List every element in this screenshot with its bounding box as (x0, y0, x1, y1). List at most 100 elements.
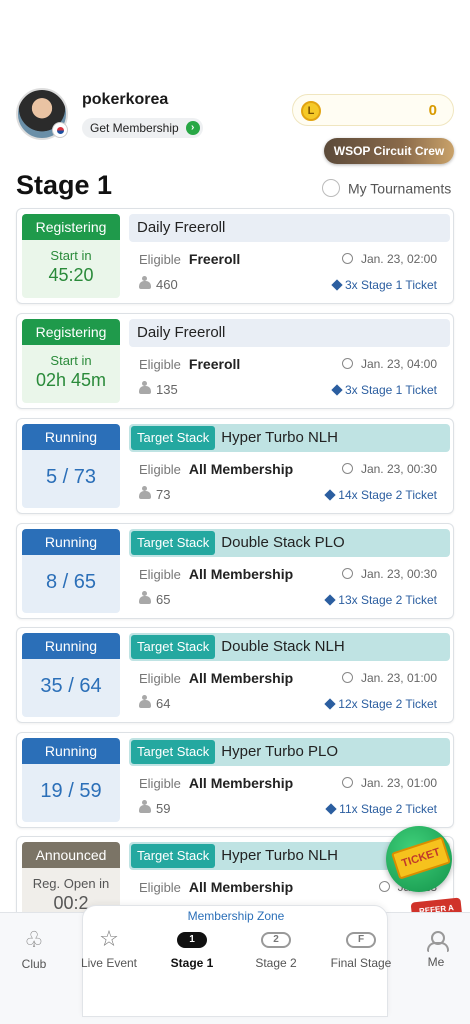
nav-stage-2-label: Stage 2 (255, 956, 297, 970)
users-icon (139, 381, 151, 394)
tournament-card[interactable]: Registering Start in 02h 45m Daily Freer… (16, 313, 454, 409)
rank-progress: 35 / 64 (40, 675, 102, 697)
target-stack-tag: Target Stack (131, 740, 216, 764)
player-count: 135 (156, 382, 178, 397)
my-tournaments-label: My Tournaments (348, 180, 452, 197)
person-icon (427, 931, 449, 952)
tournament-title: Daily Freeroll (129, 214, 450, 242)
start-time: Jan. 23, 04:00 (360, 357, 437, 371)
stage-2-icon: 2 (261, 932, 291, 948)
status-box: Running 8 / 65 (22, 529, 120, 613)
alarm-clock-icon (341, 358, 353, 369)
start-time: Jan. 23, 02:00 (360, 252, 437, 266)
prize-ticket: 11x Stage 2 Ticket (339, 802, 437, 816)
target-stack-tag: Target Stack (131, 531, 216, 555)
player-count: 64 (156, 696, 171, 711)
prize-ticket: 3x Stage 1 Ticket (344, 278, 437, 292)
nav-live-event[interactable]: ☆ Live Event (71, 926, 147, 971)
status-label: Registering (22, 319, 120, 345)
nav-final-stage[interactable]: F Final Stage (323, 928, 399, 970)
tournament-title: Hyper Turbo PLO (221, 743, 338, 760)
eligible-label: Eligible (139, 357, 181, 372)
tournament-card[interactable]: Running 19 / 59 Target Stack Hyper Turbo … (16, 732, 454, 828)
ticket-icon (324, 594, 336, 606)
player-count: 73 (156, 487, 171, 502)
prize-ticket: 14x Stage 2 Ticket (338, 488, 437, 502)
countdown: 45:20 (48, 265, 94, 285)
status-label: Running (22, 424, 120, 450)
wsop-circuit-crew-badge[interactable]: WSOP Circuit Crew (324, 138, 454, 164)
ticket-icon (331, 384, 343, 396)
korea-flag-icon (52, 122, 68, 138)
target-stack-tag: Target Stack (131, 844, 216, 868)
get-membership-button[interactable]: Get Membership › (82, 118, 203, 138)
status-label: Running (22, 633, 120, 659)
target-stack-tag: Target Stack (131, 635, 216, 659)
ticket-icon (324, 698, 336, 710)
my-tournaments-toggle[interactable]: My Tournaments (322, 179, 452, 198)
status-sublabel: Start in (50, 353, 92, 368)
tournament-card[interactable]: Running 5 / 73 Target Stack Hyper Turbo N… (16, 418, 454, 514)
eligible-value: Freeroll (188, 356, 241, 372)
nav-club[interactable]: ♧ Club (0, 927, 72, 972)
tournament-title: Hyper Turbo NLH (221, 429, 338, 446)
club-icon: ♧ (24, 927, 44, 952)
radio-icon[interactable] (322, 179, 340, 198)
status-label: Registering (22, 214, 120, 240)
eligible-label: Eligible (139, 252, 181, 267)
player-count: 65 (156, 592, 171, 607)
eligible-value: All Membership (188, 879, 294, 895)
chevron-right-icon: › (185, 121, 200, 135)
status-label: Running (22, 529, 120, 555)
nav-live-event-label: Live Event (80, 956, 138, 970)
target-stack-tag: Target Stack (131, 426, 216, 450)
nav-stage-2[interactable]: 2 Stage 2 (238, 928, 314, 970)
status-box: Registering Start in 02h 45m (22, 319, 120, 403)
status-label: Running (22, 738, 120, 764)
eligible-value: All Membership (188, 461, 294, 477)
stage-1-icon: 1 (177, 932, 207, 948)
users-icon (139, 800, 151, 813)
ticket-icon (325, 803, 337, 815)
ticket-shop-button[interactable]: TICKET (386, 826, 452, 892)
tournament-card[interactable]: Registering Start in 45:20 Daily Freerol… (16, 208, 454, 304)
countdown: 02h 45m (35, 370, 107, 390)
start-time: Jan. 23, 01:00 (360, 671, 437, 685)
alarm-clock-icon (341, 463, 353, 474)
status-box: Running 5 / 73 (22, 424, 120, 508)
tournament-card[interactable]: Running 35 / 64 Target Stack Double Stack… (16, 627, 454, 723)
status-label: Announced (22, 842, 120, 868)
alarm-clock-icon (341, 253, 353, 264)
eligible-value: All Membership (188, 670, 294, 686)
final-stage-icon: F (346, 932, 376, 948)
tournament-title: Double Stack NLH (221, 638, 345, 655)
tournament-card[interactable]: Running 8 / 65 Target Stack Double Stack … (16, 523, 454, 619)
player-count: 460 (156, 277, 178, 292)
eligible-value: All Membership (188, 775, 294, 791)
rank-progress: 19 / 59 (40, 780, 102, 802)
eligible-label: Eligible (139, 776, 181, 791)
start-time: Jan. 23, 01:00 (360, 776, 437, 790)
alarm-clock-icon (341, 777, 353, 788)
nav-me[interactable]: Me (398, 929, 470, 969)
nav-stage-1[interactable]: 1 Stage 1 (154, 928, 230, 970)
bottom-nav: ♧ Club Membership Zone ☆ Live Event 1 St… (0, 905, 470, 1024)
users-icon (139, 591, 151, 604)
membership-zone: Membership Zone ☆ Live Event 1 Stage 1 2… (81, 905, 391, 1017)
eligible-label: Eligible (139, 567, 181, 582)
prize-ticket: 3x Stage 1 Ticket (344, 383, 437, 397)
tournament-title: Hyper Turbo NLH (221, 847, 338, 864)
coin-icon: L (301, 101, 321, 121)
nav-final-stage-label: Final Stage (330, 956, 392, 970)
star-icon: ☆ (99, 926, 119, 951)
users-icon (139, 486, 151, 499)
alarm-clock-icon (341, 568, 353, 579)
page-title: Stage 1 (16, 170, 113, 200)
coin-balance[interactable]: L 0 (292, 94, 454, 126)
eligible-label: Eligible (139, 880, 181, 895)
eligible-label: Eligible (139, 462, 181, 477)
membership-zone-label: Membership Zone (187, 909, 285, 923)
prize-ticket: 13x Stage 2 Ticket (338, 593, 437, 607)
username: pokerkorea (82, 91, 169, 108)
start-time: Jan. 23, 00:30 (360, 567, 437, 581)
